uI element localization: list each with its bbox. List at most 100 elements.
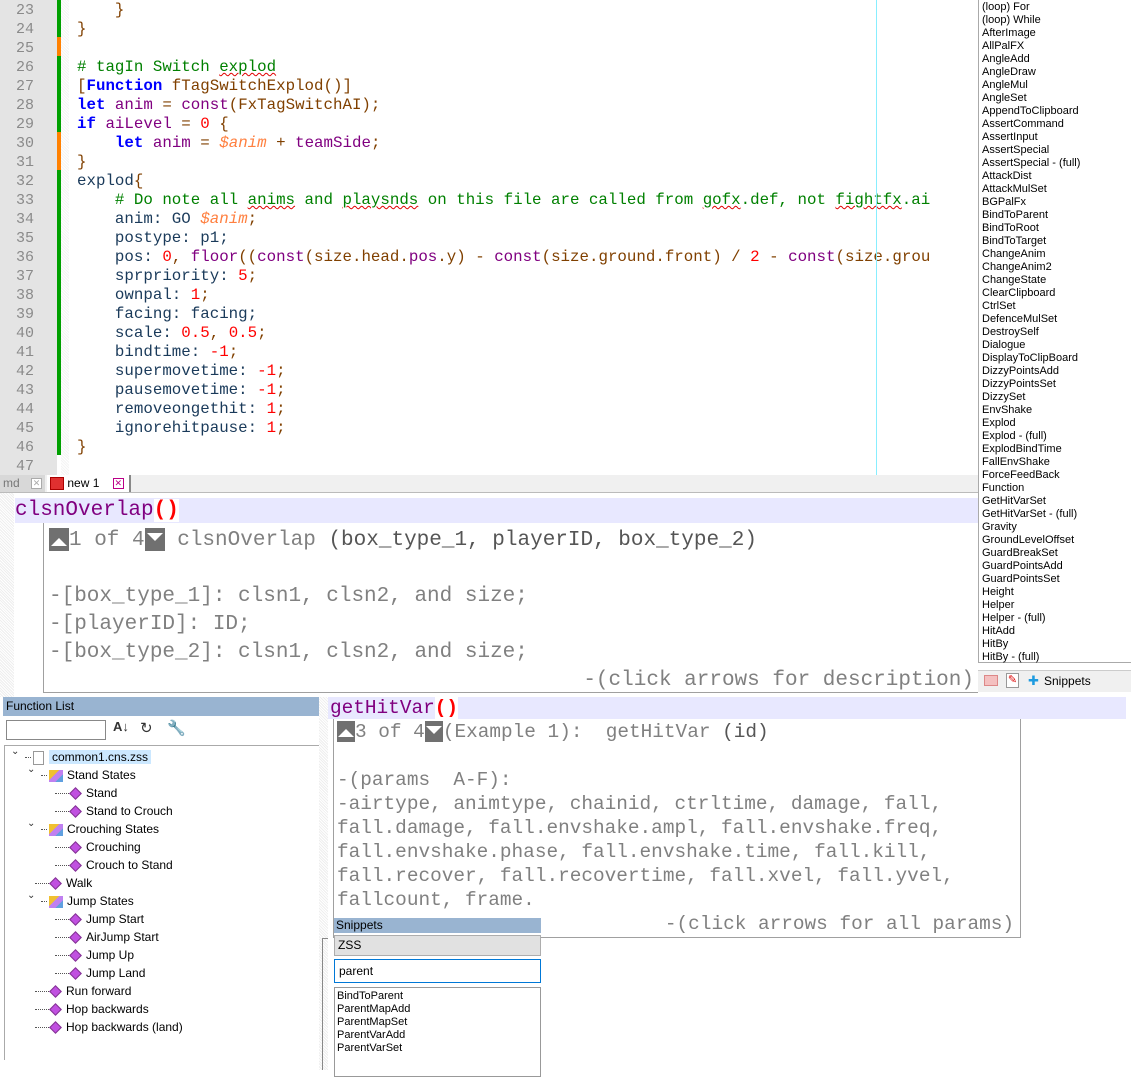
snippet-item[interactable]: BindToParent — [982, 209, 1131, 222]
snippet-item[interactable]: ForceFeedBack — [982, 469, 1131, 482]
code-line[interactable]: } — [77, 153, 86, 172]
snippet-item[interactable]: BGPalFx — [982, 196, 1131, 209]
code-line[interactable]: pos: 0, floor((const(size.head.pos.y) - … — [77, 248, 930, 267]
code-line[interactable]: postype: p1; — [77, 229, 229, 248]
tree-item[interactable]: Hop backwards (land) — [35, 1018, 183, 1036]
tree-item[interactable]: Jump Up — [55, 946, 134, 964]
tree-item[interactable]: common1.cns.zss — [25, 748, 152, 766]
snippet-item[interactable]: HitBy - (full) — [982, 651, 1131, 664]
snippet-item[interactable]: AngleMul — [982, 79, 1131, 92]
snippet-item[interactable]: EnvShake — [982, 404, 1131, 417]
snippet-list-panel[interactable]: (loop) For (loop) While AfterImage AllPalFX… — [978, 0, 1131, 663]
language-dropdown[interactable]: ZSS — [334, 935, 541, 956]
snippet-result[interactable]: ParentMapAdd — [337, 1003, 540, 1016]
snippet-item[interactable]: HitAdd — [982, 625, 1131, 638]
snippet-item[interactable]: DizzySet — [982, 391, 1131, 404]
tab-snippets[interactable]: Snippets — [1044, 674, 1091, 688]
code-line[interactable]: scale: 0.5, 0.5; — [77, 324, 267, 343]
snippet-item[interactable]: BindToRoot — [982, 222, 1131, 235]
close-icon[interactable]: ✕ — [112, 478, 124, 490]
tree-item[interactable]: Stand to Crouch — [55, 802, 173, 820]
tree-item[interactable]: Walk — [35, 874, 92, 892]
snippet-item[interactable]: FallEnvShake — [982, 456, 1131, 469]
current-line[interactable]: clsnOverlap() — [15, 498, 978, 523]
document-tab-icon[interactable]: ✎ — [1006, 673, 1019, 688]
snippet-result[interactable]: ParentVarSet — [337, 1042, 540, 1055]
snippet-item[interactable]: ChangeAnim — [982, 248, 1131, 261]
snippet-result[interactable]: ParentMapSet — [337, 1016, 540, 1029]
refresh-icon[interactable]: ↻ — [140, 719, 153, 737]
snippet-item[interactable]: AngleDraw — [982, 66, 1131, 79]
snippet-item[interactable]: GuardPointsAdd — [982, 560, 1131, 573]
snippet-item[interactable]: Dialogue — [982, 339, 1131, 352]
code-line[interactable]: if aiLevel = 0 { — [77, 115, 229, 134]
snippet-item[interactable]: DestroySelf — [982, 326, 1131, 339]
code-line[interactable]: bindtime: -1; — [77, 343, 238, 362]
snippet-item[interactable]: ExplodBindTime — [982, 443, 1131, 456]
wrench-icon[interactable]: 🔧 — [167, 719, 186, 737]
snippet-item[interactable]: ChangeState — [982, 274, 1131, 287]
snippet-item[interactable]: AssertSpecial — [982, 144, 1131, 157]
sort-az-icon[interactable]: A↓ — [113, 719, 129, 734]
chevron-down-icon[interactable]: ⌄ — [27, 764, 35, 775]
snippet-item[interactable]: AttackDist — [982, 170, 1131, 183]
close-icon[interactable]: ✕ — [31, 478, 43, 490]
snippet-item[interactable]: AngleAdd — [982, 53, 1131, 66]
snippet-item[interactable]: Helper - (full) — [982, 612, 1131, 625]
chevron-down-icon[interactable]: ⌄ — [27, 890, 35, 901]
snippet-item[interactable]: (loop) While — [982, 14, 1131, 27]
snippet-item[interactable]: Explod - (full) — [982, 430, 1131, 443]
tree-item[interactable]: AirJump Start — [55, 928, 159, 946]
snippet-item[interactable]: AllPalFX — [982, 40, 1131, 53]
code-line[interactable]: sprpriority: 5; — [77, 267, 257, 286]
snippet-item[interactable]: GroundLevelOffset — [982, 534, 1131, 547]
snippet-item[interactable]: GetHitVarSet - (full) — [982, 508, 1131, 521]
code-line[interactable]: removeongethit: 1; — [77, 400, 286, 419]
snippet-item[interactable]: (loop) For — [982, 1, 1131, 14]
tab-md[interactable]: md ✕ — [0, 475, 45, 492]
tree-item[interactable]: Jump Land — [55, 964, 145, 982]
code-line[interactable]: } — [77, 20, 86, 39]
snippet-item[interactable]: GetHitVarSet — [982, 495, 1131, 508]
code-line[interactable]: supermovetime: -1; — [77, 362, 286, 381]
snippet-item[interactable]: ClearClipboard — [982, 287, 1131, 300]
arrow-down-icon[interactable] — [144, 527, 165, 551]
snippet-item[interactable]: Function — [982, 482, 1131, 495]
tab-new-1[interactable]: new 1 ✕ — [47, 475, 131, 492]
snippet-item[interactable]: BindToTarget — [982, 235, 1131, 248]
scrollbar[interactable] — [322, 938, 328, 1070]
tree-item[interactable]: Run forward — [35, 982, 131, 1000]
fold-margin[interactable] — [61, 0, 69, 475]
code-line[interactable]: explod{ — [77, 172, 143, 191]
snippet-item[interactable]: GuardBreakSet — [982, 547, 1131, 560]
tree-item[interactable]: Stand States — [41, 766, 136, 784]
snippet-item[interactable]: AssertCommand — [982, 118, 1131, 131]
code-line[interactable]: ownpal: 1; — [77, 286, 210, 305]
snippet-item[interactable]: ChangeAnim2 — [982, 261, 1131, 274]
snippet-item[interactable]: AssertInput — [982, 131, 1131, 144]
current-line[interactable]: getHitVar() — [328, 697, 1126, 719]
function-search-input[interactable] — [6, 720, 106, 740]
code-line[interactable]: ignorehitpause: 1; — [77, 419, 286, 438]
chevron-down-icon[interactable]: ⌄ — [11, 746, 19, 757]
snippet-item[interactable]: CtrlSet — [982, 300, 1131, 313]
function-tree[interactable]: ⌄ common1.cns.zss ⌄ Stand States Stand Stand … — [4, 745, 319, 1060]
code-line[interactable]: [Function fTagSwitchExplod()] — [77, 77, 352, 96]
tree-item[interactable]: Jump States — [41, 892, 134, 910]
tree-item[interactable]: Hop backwards — [35, 1000, 149, 1018]
tree-item[interactable]: Crouch to Stand — [55, 856, 173, 874]
snippet-item[interactable]: AfterImage — [982, 27, 1131, 40]
folder-tab-icon[interactable] — [984, 675, 998, 686]
chevron-down-icon[interactable]: ⌄ — [27, 818, 35, 829]
code-line[interactable]: let anim = $anim + teamSide; — [77, 134, 381, 153]
snippet-item[interactable]: DizzyPointsSet — [982, 378, 1131, 391]
snippet-item[interactable]: Helper — [982, 599, 1131, 612]
snippet-result[interactable]: ParentVarAdd — [337, 1029, 540, 1042]
snippet-item[interactable]: AssertSpecial - (full) — [982, 157, 1131, 170]
tree-item[interactable]: Jump Start — [55, 910, 144, 928]
snippet-item[interactable]: GuardPointsSet — [982, 573, 1131, 586]
snippet-item[interactable]: Gravity — [982, 521, 1131, 534]
snippet-item[interactable]: AppendToClipboard — [982, 105, 1131, 118]
arrow-up-icon[interactable] — [337, 721, 355, 743]
code-editor[interactable]: }} # tagIn Switch explod [Function fTagSwi… — [69, 0, 978, 475]
